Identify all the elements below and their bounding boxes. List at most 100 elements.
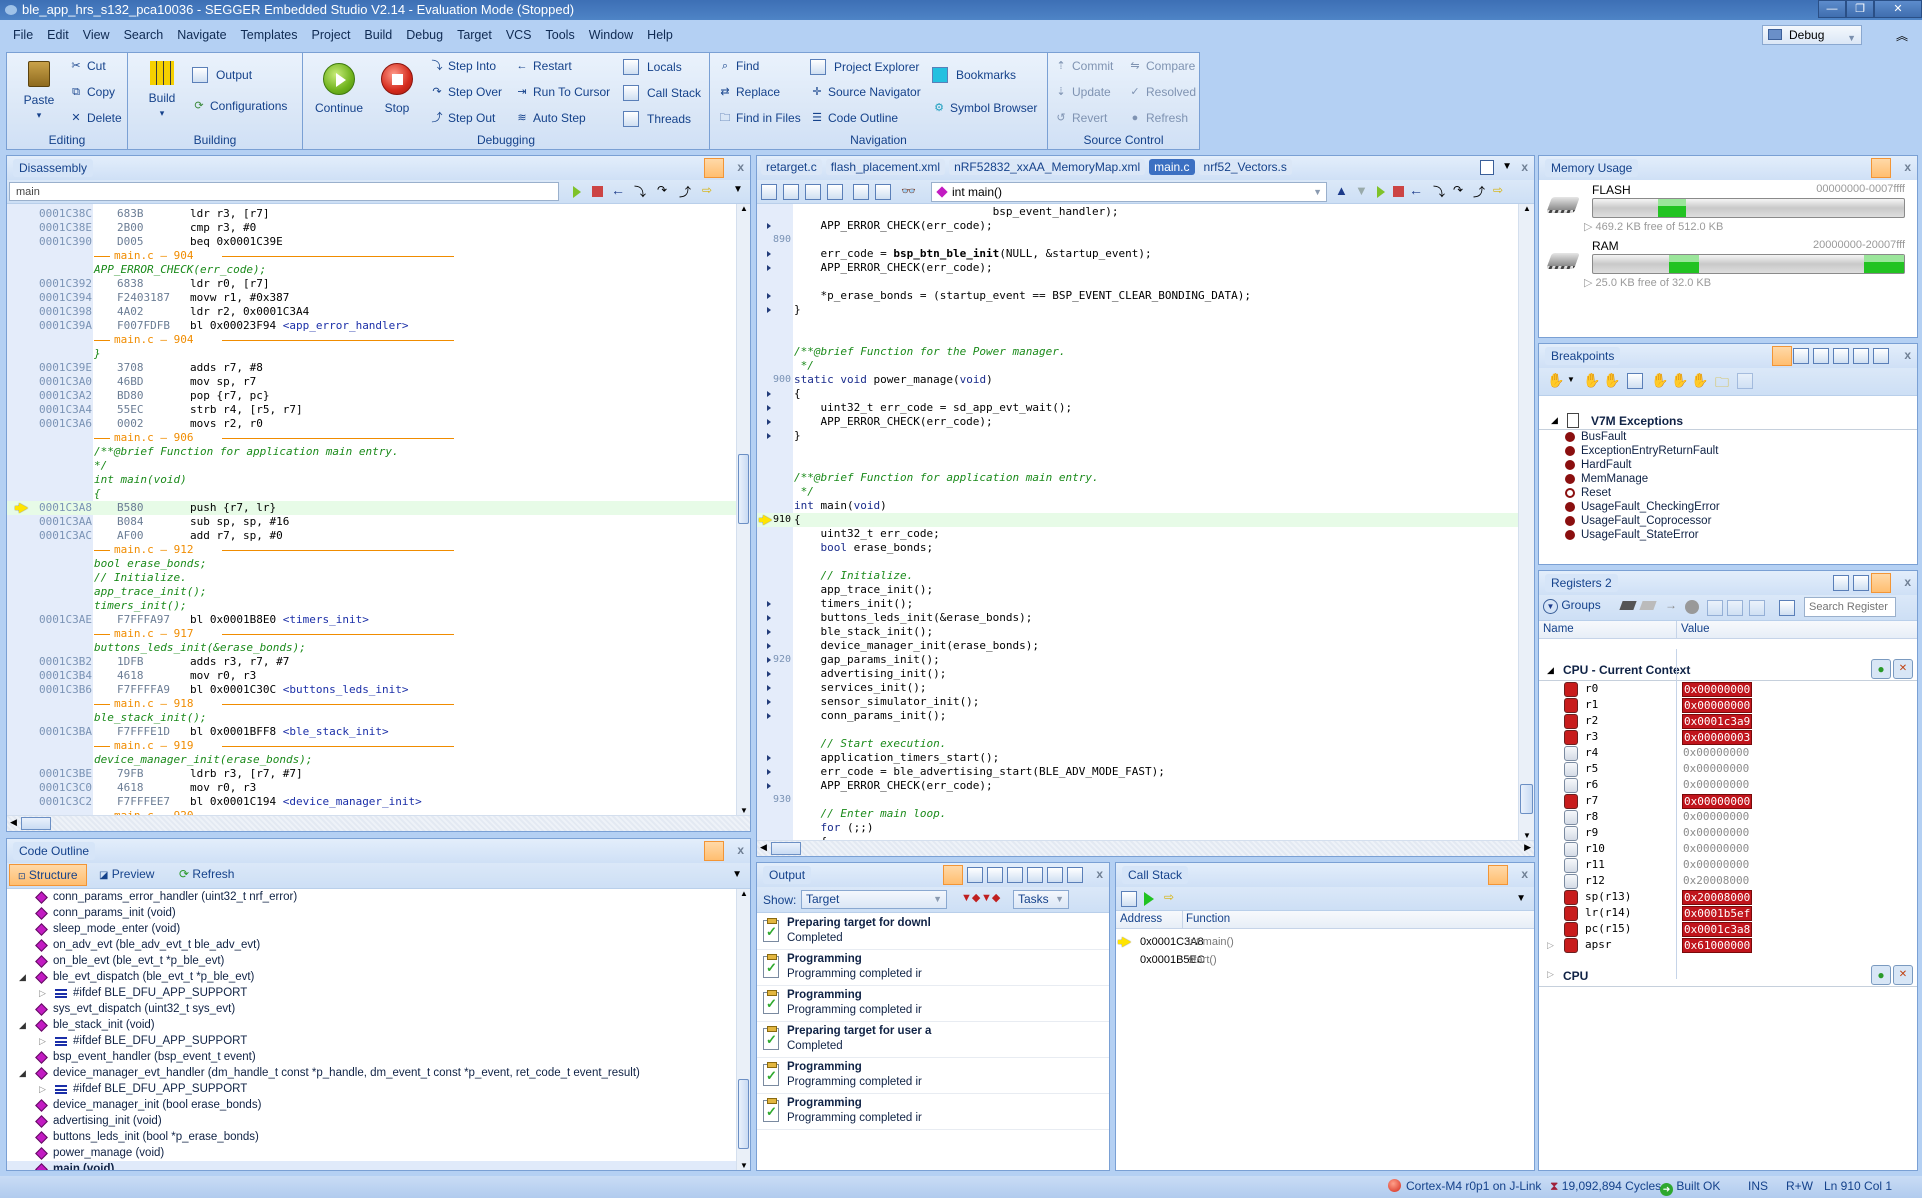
breakpoint-item[interactable]: MemManage: [1539, 472, 1917, 486]
outline-item[interactable]: ◢ ble_stack_init (void): [7, 1017, 736, 1033]
register-row[interactable]: r2 0x0001c3a9: [1539, 713, 1917, 729]
refresh-icon[interactable]: ●: [1871, 659, 1891, 679]
call-stack-icon[interactable]: [761, 184, 777, 200]
outline-item[interactable]: sleep_mode_enter (void): [7, 921, 736, 937]
outline-item[interactable]: conn_params_init (void): [7, 905, 736, 921]
close-button[interactable]: ✕: [1874, 0, 1922, 18]
cursor-position[interactable]: Ln 910 Col 1: [1824, 1179, 1892, 1193]
configuration-select[interactable]: Debug ▼: [1762, 25, 1862, 45]
output-item[interactable]: ProgrammingProgramming completed ir: [757, 950, 1109, 986]
toolbar-menu-icon[interactable]: ▼: [1516, 893, 1526, 904]
breakpoint-location-icon[interactable]: [767, 293, 771, 299]
registers-3-icon[interactable]: [1871, 573, 1891, 593]
step-over-icon[interactable]: ↷: [657, 183, 667, 197]
expanded-icon[interactable]: ◢: [19, 1017, 26, 1033]
outline-item[interactable]: main (void): [7, 1161, 736, 1170]
output-item[interactable]: Preparing target for downlCompleted: [757, 914, 1109, 950]
next-icon[interactable]: ▼: [1355, 183, 1368, 198]
code-line[interactable]: // Enter main loop.: [757, 807, 1518, 821]
code-line[interactable]: [757, 317, 1518, 331]
code-line[interactable]: ble_stack_init();: [757, 625, 1518, 639]
register-row[interactable]: r11 0x00000000: [1539, 857, 1917, 873]
disable-all-icon[interactable]: ✋: [1671, 372, 1688, 389]
disassembly-instruction[interactable]: 0001C3A0 46BD mov sp, r7: [7, 375, 736, 389]
breakpoint-group[interactable]: ◢ V7M Exceptions: [1539, 412, 1917, 430]
menu-vcs[interactable]: VCS: [499, 24, 539, 46]
register-value[interactable]: 0x00000000: [1682, 745, 1750, 761]
preview-tab[interactable]: ◪ Preview: [99, 867, 154, 881]
breakpoint-item[interactable]: BusFault: [1539, 430, 1917, 444]
source-line[interactable]: buttons_leds_init(&erase_bonds);: [7, 641, 736, 655]
outline-item[interactable]: on_adv_evt (ble_adv_evt_t ble_adv_evt): [7, 937, 736, 953]
refresh-button[interactable]: ⟳ Refresh: [179, 867, 234, 881]
collapsed-icon[interactable]: ▷: [39, 1081, 46, 1097]
disassembly-view-icon[interactable]: [704, 158, 724, 178]
editor-hscrollbar[interactable]: ◀ ▶: [757, 840, 1534, 856]
compare-button[interactable]: ⇋ Compare: [1128, 59, 1195, 73]
register-value[interactable]: 0x61000000: [1682, 938, 1753, 953]
code-line[interactable]: 930: [757, 793, 1518, 807]
register-value[interactable]: 0x0001b5ef: [1682, 906, 1753, 921]
structure-tab[interactable]: ⊡ Structure: [9, 864, 87, 886]
close-icon[interactable]: x: [1096, 867, 1103, 881]
code-line[interactable]: APP_ERROR_CHECK(err_code);: [757, 415, 1518, 429]
breakpoint-icon[interactable]: [1565, 474, 1575, 484]
disassembly-instruction[interactable]: 0001C3A6 0002 movs r2, r0: [7, 417, 736, 431]
delete-all-icon[interactable]: ✋: [1651, 372, 1668, 389]
disassembly-instruction[interactable]: 0001C3A8 B580 push {r7, lr}: [7, 501, 736, 515]
close-icon[interactable]: x: [737, 843, 744, 857]
stop-button[interactable]: Stop: [369, 63, 425, 115]
code-line[interactable]: [757, 723, 1518, 737]
register-value[interactable]: 0x00000003: [1682, 730, 1753, 745]
register-value[interactable]: 0x00000000: [1682, 857, 1750, 873]
register-value[interactable]: 0x0001c3a8: [1682, 922, 1753, 937]
function-selector[interactable]: int main() ▼: [931, 182, 1327, 202]
clear-icon[interactable]: ✕: [1893, 659, 1913, 679]
source-separator[interactable]: main.c — 904: [7, 333, 736, 347]
step-over-button[interactable]: ↷ Step Over: [430, 85, 502, 99]
register-value[interactable]: 0x00000000: [1682, 841, 1750, 857]
register-row[interactable]: sp(r13) 0x20008000: [1539, 889, 1917, 905]
breakpoints-tree[interactable]: ◢ V7M Exceptions BusFault ExceptionEntryR…: [1539, 412, 1917, 542]
disassembly-instruction[interactable]: 0001C3BA F7FFFE1D bl 0x0001BFF8 <ble_stack…: [7, 725, 736, 739]
collapsed-icon[interactable]: ▷: [39, 985, 46, 1001]
arrow-right-icon[interactable]: →: [1665, 598, 1677, 612]
code-line[interactable]: conn_params_init();: [757, 709, 1518, 723]
code-line[interactable]: services_init();: [757, 681, 1518, 695]
bookmarks-button[interactable]: Bookmarks: [932, 67, 1016, 83]
register-row[interactable]: r4 0x00000000: [1539, 745, 1917, 761]
update-button[interactable]: ⇣ Update: [1054, 85, 1110, 99]
menu-templates[interactable]: Templates: [234, 24, 305, 46]
code-line[interactable]: 900 static void power_manage(void): [757, 373, 1518, 387]
source-line[interactable]: ble_stack_init();: [7, 711, 736, 725]
code-line[interactable]: buttons_leds_init(&erase_bonds);: [757, 611, 1518, 625]
step-into-icon[interactable]: ⤵: [634, 183, 646, 200]
breakpoint-location-icon[interactable]: [767, 685, 771, 691]
code-line[interactable]: [757, 457, 1518, 471]
disassembly-instruction[interactable]: 0001C39E 3708 adds r7, #8: [7, 361, 736, 375]
output-item[interactable]: ProgrammingProgramming completed ir: [757, 1094, 1109, 1130]
code-line[interactable]: application_timers_start();: [757, 751, 1518, 765]
breakpoint-item[interactable]: Reset: [1539, 486, 1917, 500]
menu-window[interactable]: Window: [582, 24, 640, 46]
breakpoint-location-icon[interactable]: [767, 769, 771, 775]
breakpoint-icon[interactable]: [1565, 530, 1575, 540]
show-source-icon[interactable]: [1121, 891, 1137, 907]
outline-item[interactable]: advertising_init (void): [7, 1113, 736, 1129]
code-line[interactable]: {: [757, 387, 1518, 401]
register-row[interactable]: r9 0x00000000: [1539, 825, 1917, 841]
outline-item[interactable]: conn_params_error_handler (uint32_t nrf_…: [7, 889, 736, 905]
register-row[interactable]: pc(r15) 0x0001c3a8: [1539, 921, 1917, 937]
format-icon[interactable]: [1707, 600, 1723, 616]
source-line[interactable]: timers_init();: [7, 599, 736, 613]
outline-item[interactable]: power_manage (void): [7, 1145, 736, 1161]
menu-help[interactable]: Help: [640, 24, 680, 46]
code-line[interactable]: }: [757, 429, 1518, 443]
register-value[interactable]: 0x20008000: [1682, 890, 1753, 905]
source-line[interactable]: */: [7, 459, 736, 473]
breakpoint-item[interactable]: UsageFault_Coprocessor: [1539, 514, 1917, 528]
code-line[interactable]: err_code = ble_advertising_start(BLE_ADV…: [757, 765, 1518, 779]
breakpoint-item[interactable]: UsageFault_CheckingError: [1539, 500, 1917, 514]
tab-main-c[interactable]: main.c: [1149, 159, 1195, 175]
goto-current-icon[interactable]: ⇨: [1164, 890, 1174, 904]
